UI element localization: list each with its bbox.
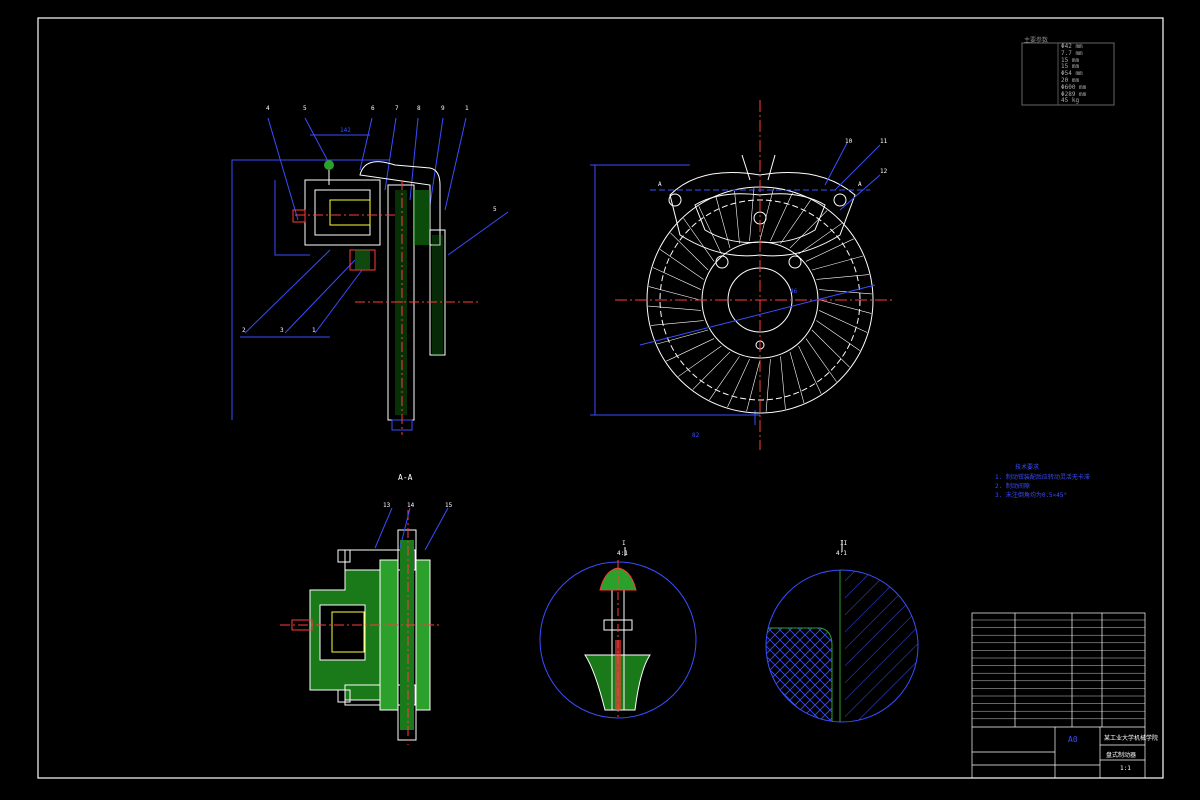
balloon-1-top: 1 [465, 105, 469, 112]
balloon-10: 10 [845, 138, 853, 145]
detail-2-view [765, 540, 919, 723]
front-view [590, 100, 895, 450]
balloon-6: 6 [371, 105, 375, 112]
tech-req-item: 2. 制动间隙 [995, 483, 1030, 490]
balloon-8: 8 [417, 105, 421, 112]
vent-rib [650, 320, 704, 326]
spec-value: 45 kg [1061, 97, 1080, 105]
vent-rib [746, 359, 761, 412]
detail-1-scale: 4:1 [617, 550, 628, 557]
spec-table-heading: 主要参数 [1024, 37, 1049, 44]
tech-req-item: 1. 制动钳装配后应转动灵活无卡滞 [995, 474, 1090, 481]
vent-rib [734, 190, 740, 244]
vent-rib [715, 196, 731, 249]
vent-rib [811, 329, 850, 368]
vent-rib [670, 232, 709, 271]
detail-1-view [539, 547, 697, 720]
side-view [231, 117, 509, 435]
balloon-11: 11 [880, 138, 888, 145]
balloon-7: 7 [395, 105, 399, 112]
vent-rib [648, 305, 701, 311]
drawing-scale: 1:1 [1120, 765, 1131, 772]
balloon-9: 9 [441, 105, 445, 112]
vent-rib [789, 210, 828, 249]
spec-table-values: Φ42 mm 7.7 mm 15 mm 15 mm Φ54 mm 20 mm Φ… [1061, 43, 1086, 105]
vent-rib [678, 345, 722, 377]
cad-drawing-canvas [37, 17, 1164, 779]
vent-rib [805, 338, 837, 382]
detail-1-title: I [622, 540, 626, 547]
balloon-15: 15 [445, 502, 453, 509]
vent-rib [798, 223, 842, 255]
vent-rib [656, 329, 709, 345]
tech-req-heading: 技术要求 [1015, 464, 1040, 471]
detail-2-title: II [840, 540, 848, 547]
dim-front-width: 46 [790, 288, 798, 295]
balloon-1-bottom: 1 [312, 327, 316, 334]
section-marker-a-left: A [658, 181, 662, 188]
balloon-4: 4 [266, 105, 270, 112]
section-marker-a-right: A [858, 181, 862, 188]
vent-rib [819, 299, 872, 314]
sheet-size: A0 [1068, 735, 1078, 744]
vent-rib [659, 249, 704, 280]
section-aa-title: A-A [398, 473, 413, 482]
vent-rib [816, 274, 870, 280]
vent-rib [819, 289, 872, 295]
vent-rib [692, 351, 731, 390]
dim-bottom-center: 82 [692, 432, 700, 439]
vent-rib [780, 356, 786, 410]
vent-rib [759, 188, 774, 241]
university-name: 某工业大学机械学院 [1104, 735, 1159, 742]
vent-rib [765, 359, 771, 412]
vent-rib [811, 255, 864, 271]
vent-rib [652, 267, 702, 290]
vent-rib [749, 188, 755, 241]
vent-rib [648, 286, 701, 301]
tech-req-item: 3. 未注倒角均为0.5×45° [995, 492, 1068, 499]
balloon-5: 5 [303, 105, 307, 112]
vent-rib [789, 351, 805, 404]
balloon-3: 3 [280, 327, 284, 334]
vent-rib [818, 310, 868, 333]
balloon-right-5: 5 [493, 206, 497, 213]
balloon-13: 13 [383, 502, 391, 509]
drawing-name: 盘式制动器 [1106, 752, 1137, 759]
dim-side-width: 142 [340, 127, 351, 134]
detail-2-scale: 4:1 [836, 550, 847, 557]
vent-rib [727, 358, 750, 408]
balloon-12: 12 [880, 168, 888, 175]
vent-rib [805, 238, 854, 262]
balloon-14: 14 [407, 502, 415, 509]
section-aa-view [280, 507, 449, 745]
title-block-rows [972, 619, 1145, 719]
vent-rib [770, 192, 793, 242]
balloon-2: 2 [242, 327, 246, 334]
